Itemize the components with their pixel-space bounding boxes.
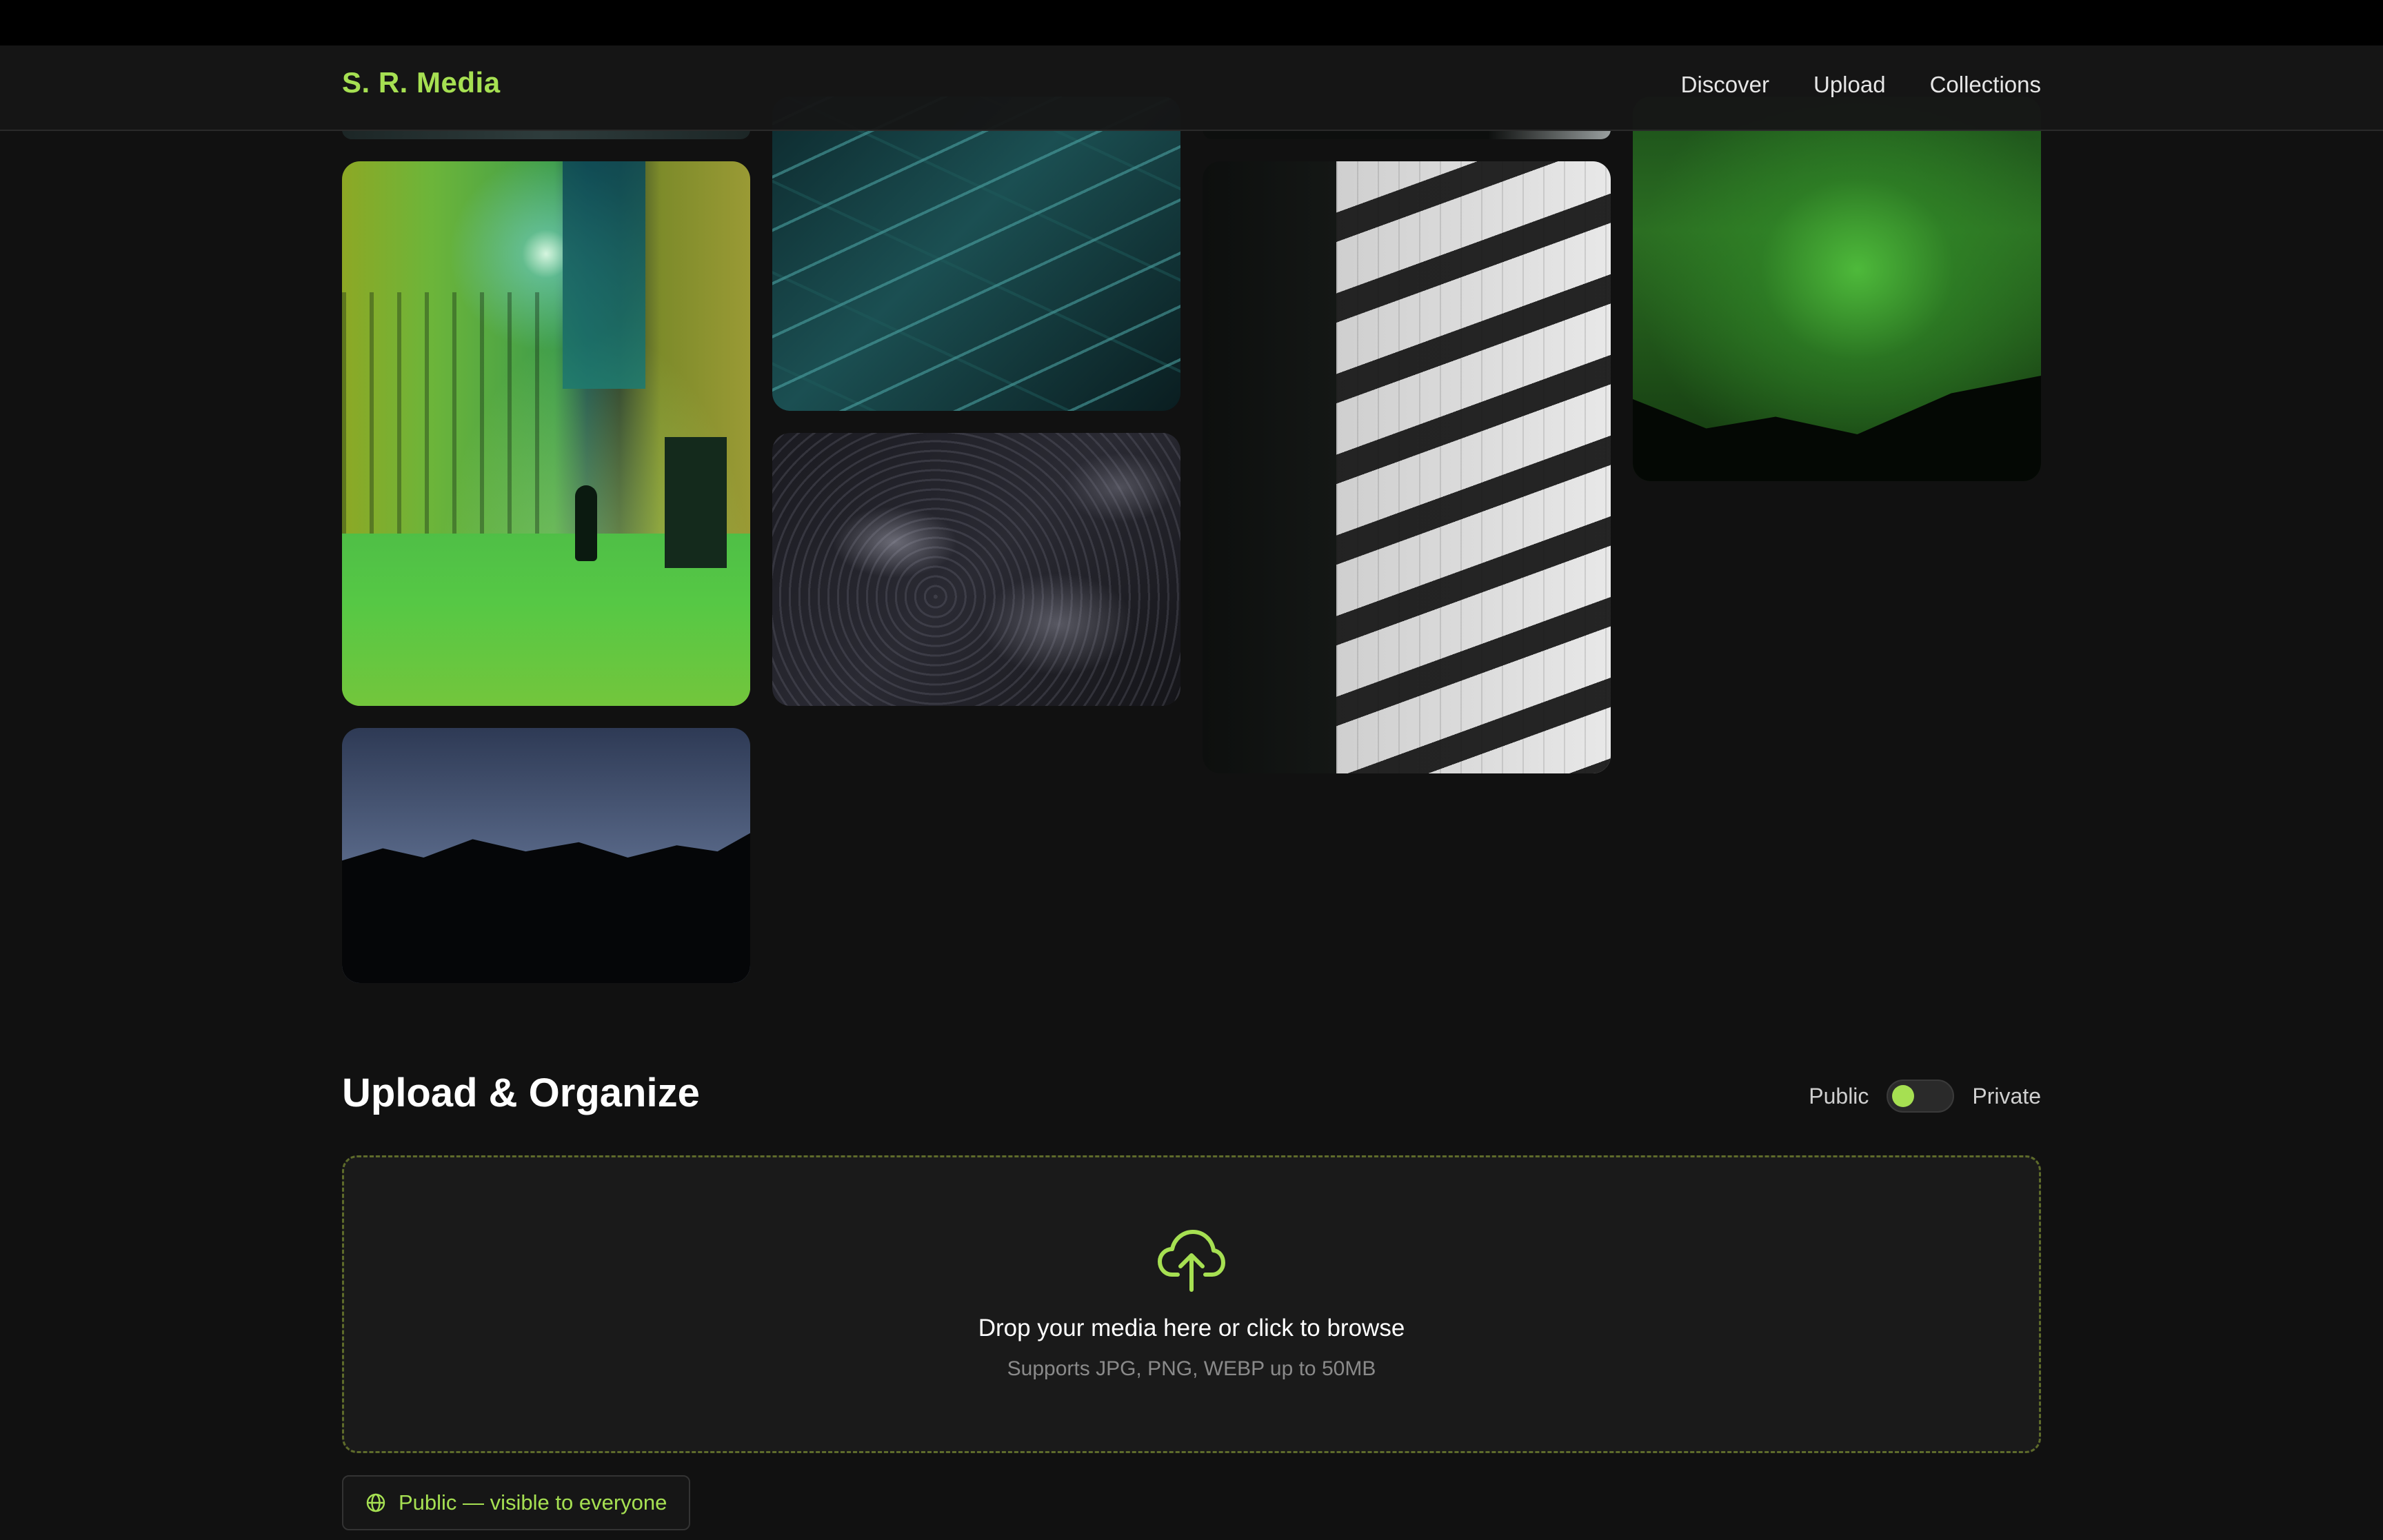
cloud-upload-icon <box>1158 1230 1225 1292</box>
nav-link-upload[interactable]: Upload <box>1813 72 1886 98</box>
dropzone-title: Drop your media here or click to browse <box>978 1315 1405 1341</box>
image-detail <box>575 485 597 561</box>
gallery-image-wall[interactable] <box>1203 161 1611 773</box>
gallery-image-street[interactable] <box>342 161 750 706</box>
section-title: Upload & Organize <box>342 1071 700 1115</box>
gallery-image-peek[interactable] <box>1203 130 1611 139</box>
visibility-toggle-group: Public Private <box>1809 1080 2041 1113</box>
image-detail <box>342 833 750 983</box>
nav-links: Discover Upload Collections <box>1681 72 2041 98</box>
visibility-status-text: Public — visible to everyone <box>399 1490 667 1514</box>
brand-logo[interactable]: S. R. Media <box>342 66 501 99</box>
upload-dropzone[interactable]: Drop your media here or click to browse … <box>342 1155 2041 1453</box>
image-detail <box>1336 161 1611 773</box>
dropzone-subtitle: Supports JPG, PNG, WEBP up to 50MB <box>1007 1357 1376 1380</box>
top-navigation: S. R. Media Discover Upload Collections <box>0 45 2383 131</box>
visibility-private-label: Private <box>1972 1083 2041 1108</box>
gallery-image-leaves[interactable] <box>772 97 1180 411</box>
globe-icon <box>366 1493 385 1512</box>
image-detail <box>1633 376 2041 481</box>
visibility-public-label: Public <box>1809 1083 1869 1108</box>
nav-link-discover[interactable]: Discover <box>1681 72 1769 98</box>
nav-link-collections[interactable]: Collections <box>1930 72 2041 98</box>
visibility-status-pill[interactable]: Public — visible to everyone <box>342 1475 691 1530</box>
toggle-knob <box>1892 1085 1915 1107</box>
visibility-toggle[interactable] <box>1887 1080 1955 1113</box>
gallery-image-aurora[interactable] <box>1633 97 2041 481</box>
gallery-image-ocean[interactable] <box>772 433 1180 706</box>
gallery-image-peek[interactable] <box>342 130 750 139</box>
image-detail <box>342 292 563 540</box>
image-detail <box>563 161 645 389</box>
gallery-image-mountain[interactable] <box>342 728 750 983</box>
image-detail <box>665 437 727 568</box>
window-top-strip <box>0 0 2383 45</box>
